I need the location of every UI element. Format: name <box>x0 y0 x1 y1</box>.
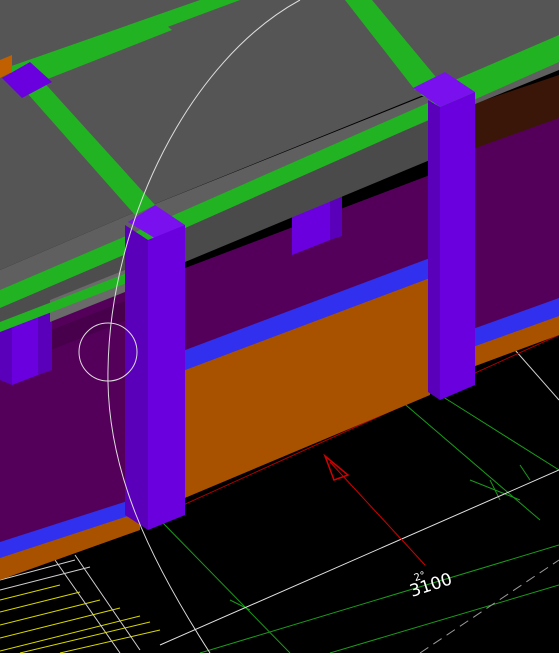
column-left-front <box>148 225 185 530</box>
white-tick-line <box>514 349 559 401</box>
north-arrow-icon[interactable] <box>323 453 426 566</box>
right-magenta-wall <box>470 118 559 332</box>
column-right-side <box>428 100 440 400</box>
dimension-label: 3100 2° <box>407 569 454 601</box>
column-left-side <box>125 225 148 530</box>
cad-3d-viewport[interactable]: 3100 2° <box>0 0 559 653</box>
right-wall[interactable] <box>470 75 559 368</box>
column-right-front <box>440 92 475 400</box>
column-left[interactable] <box>125 205 185 530</box>
white-reference-line <box>159 469 559 646</box>
